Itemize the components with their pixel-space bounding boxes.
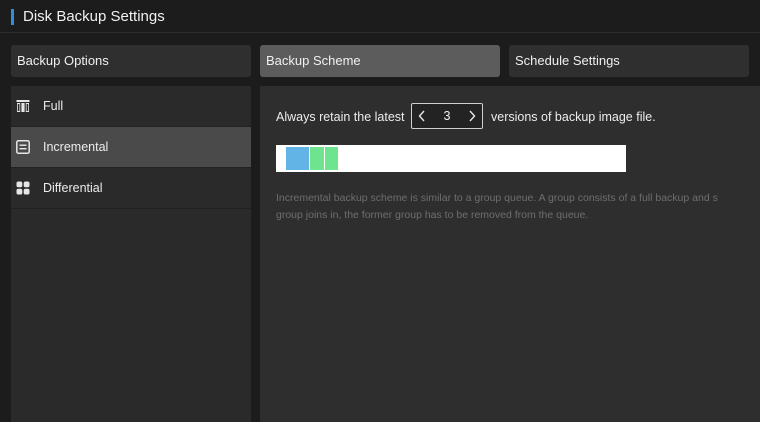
tab-label: Backup Options	[17, 53, 109, 68]
differential-backup-icon	[16, 181, 30, 195]
backup-scheme-panel: Always retain the latest 3 versions of b…	[260, 86, 760, 422]
description-line: group joins in, the former group has to …	[276, 209, 589, 221]
tab-label: Schedule Settings	[515, 53, 620, 68]
title-accent-bar	[11, 9, 14, 25]
sidebar-item-label: Incremental	[43, 140, 109, 154]
description-line: Incremental backup scheme is similar to …	[276, 192, 718, 204]
sidebar-item-label: Full	[43, 99, 64, 113]
scheme-sidebar: Full Incremental Differential	[11, 86, 251, 422]
disk-backup-settings-window: Disk Backup Settings Backup Options Back…	[0, 0, 760, 422]
sidebar-item-differential[interactable]: Differential	[11, 168, 251, 209]
title-bar: Disk Backup Settings	[0, 0, 760, 33]
chevron-left-icon	[418, 110, 425, 122]
sidebar-item-label: Differential	[43, 181, 103, 195]
sidebar-item-full[interactable]: Full	[11, 86, 251, 127]
scheme-description: Incremental backup scheme is similar to …	[276, 190, 760, 224]
incremental-backup-icon	[16, 140, 30, 154]
tab-schedule-settings[interactable]: Schedule Settings	[509, 45, 749, 77]
queue-block-full	[286, 147, 309, 170]
tab-backup-options[interactable]: Backup Options	[11, 45, 251, 77]
tab-label: Backup Scheme	[266, 53, 361, 68]
chevron-right-icon	[469, 110, 476, 122]
sidebar-item-incremental[interactable]: Incremental	[11, 127, 251, 168]
window-title: Disk Backup Settings	[23, 8, 165, 25]
decrement-button[interactable]	[412, 104, 432, 128]
queue-block-incremental	[325, 147, 338, 170]
retain-suffix-label: versions of backup image file.	[491, 110, 656, 124]
retain-count-stepper[interactable]: 3	[411, 103, 483, 129]
increment-button[interactable]	[462, 104, 482, 128]
backup-queue-diagram	[276, 145, 626, 172]
queue-block-incremental	[310, 147, 324, 170]
retain-count-value[interactable]: 3	[432, 104, 462, 128]
tab-backup-scheme[interactable]: Backup Scheme	[260, 45, 500, 77]
retain-prefix-label: Always retain the latest	[276, 110, 405, 124]
full-backup-icon	[16, 99, 30, 113]
